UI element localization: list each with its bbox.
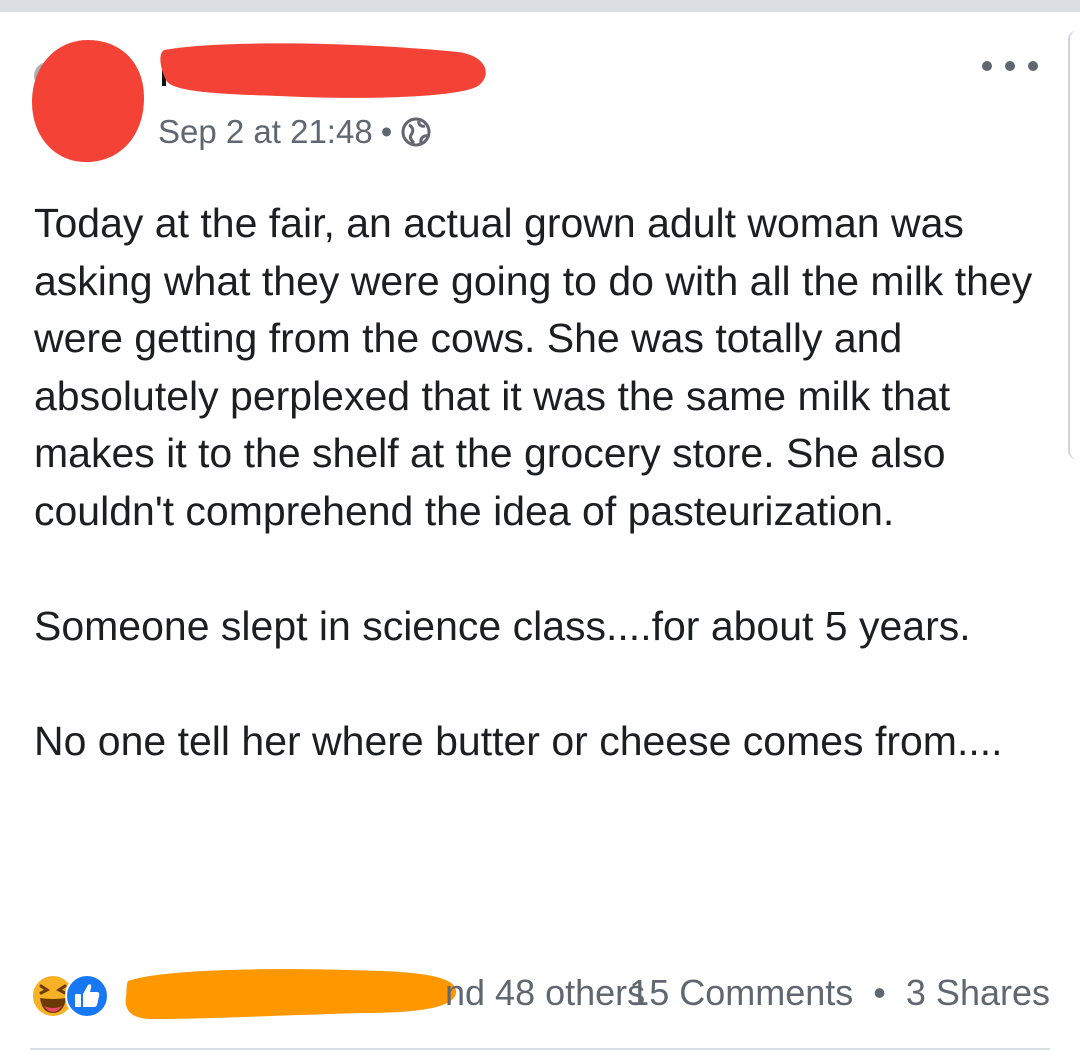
more-options-button[interactable] — [982, 55, 1038, 77]
post-body: Today at the fair, an actual grown adult… — [34, 195, 1044, 770]
post-stats: 15 Comments • 3 Shares — [629, 972, 1050, 1014]
globe-icon[interactable] — [400, 116, 432, 148]
author-name-redacted[interactable] — [158, 36, 493, 106]
stats-separator: • — [873, 972, 886, 1013]
post-footer: nd 48 others 15 Comments • 3 Shares — [30, 958, 1060, 1028]
shares-count-link[interactable]: 3 Shares — [906, 972, 1050, 1013]
reactions-count-text[interactable]: nd 48 others — [445, 972, 645, 1014]
post-meta: Sep 2 at 21:48 • — [158, 112, 432, 152]
top-separator-strip — [0, 0, 1080, 12]
like-reaction-icon[interactable] — [64, 973, 110, 1019]
more-dot-icon — [982, 61, 992, 71]
scroll-edge — [1068, 30, 1080, 460]
reactor-names-redacted[interactable] — [122, 963, 462, 1023]
profile-avatar-redacted[interactable] — [28, 36, 146, 164]
meta-separator: • — [380, 113, 393, 150]
more-dot-icon — [1028, 61, 1038, 71]
post-timestamp[interactable]: Sep 2 at 21:48 — [158, 113, 373, 151]
post-paragraph: Today at the fair, an actual grown adult… — [34, 200, 1044, 534]
footer-divider — [30, 1048, 1050, 1050]
post-paragraph: No one tell her where butter or cheese c… — [34, 717, 1003, 764]
comments-count-link[interactable]: 15 Comments — [629, 972, 853, 1013]
more-dot-icon — [1005, 61, 1015, 71]
post-paragraph: Someone slept in science class....for ab… — [34, 602, 971, 649]
